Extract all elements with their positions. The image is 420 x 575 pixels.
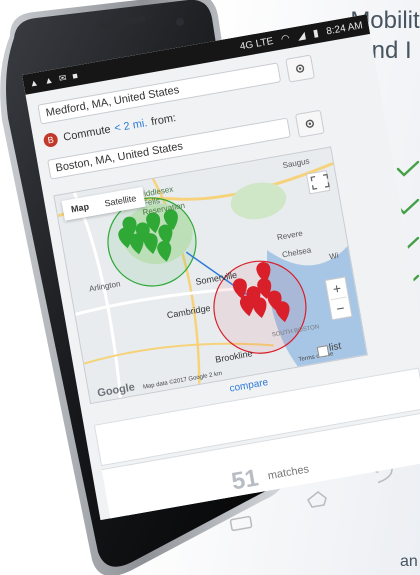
destination-gear-button[interactable] [294,109,325,138]
commute-distance-link[interactable]: < 2 mi. [113,117,148,135]
matches-count: 51 [229,464,261,496]
gear-icon [296,64,305,73]
phone-device: ▲ ▲ ✉ ■ 4G LTE ◠ ◢ ▮ 8:24 AM Medford, MA… [0,0,420,575]
gear-icon [305,119,314,128]
network-label: 4G LTE [239,35,275,53]
home-icon[interactable] [307,491,327,508]
map-fullscreen-button[interactable] [305,170,331,195]
origin-gear-button[interactable] [285,54,316,83]
app-icon: ■ [71,70,79,82]
mail-icon: ✉ [58,71,68,84]
signal-icon: ◢ [296,29,307,42]
commute-badge: B [42,131,59,149]
clock: 8:24 AM [325,19,364,37]
list-checkbox[interactable] [316,345,330,358]
warning-icon: ▲ [43,74,54,87]
commute-from-label: from: [150,112,177,129]
list-label: list [328,340,343,354]
recent-apps-icon[interactable] [229,515,253,532]
battery-icon: ▮ [312,27,320,40]
matches-label: matches [266,463,310,483]
camera-lens [176,18,184,26]
map-canvas: Saugus MiddlesexFellsReservation Arlingt… [54,147,367,404]
compare-link[interactable]: compare [229,377,269,395]
map-view[interactable]: Saugus MiddlesexFellsReservation Arlingt… [53,146,368,405]
map-label-winthrop: Wi [328,251,339,262]
wifi-icon: ◠ [280,32,291,45]
warning-icon: ▲ [28,77,40,89]
commute-label: Commute [62,123,112,144]
